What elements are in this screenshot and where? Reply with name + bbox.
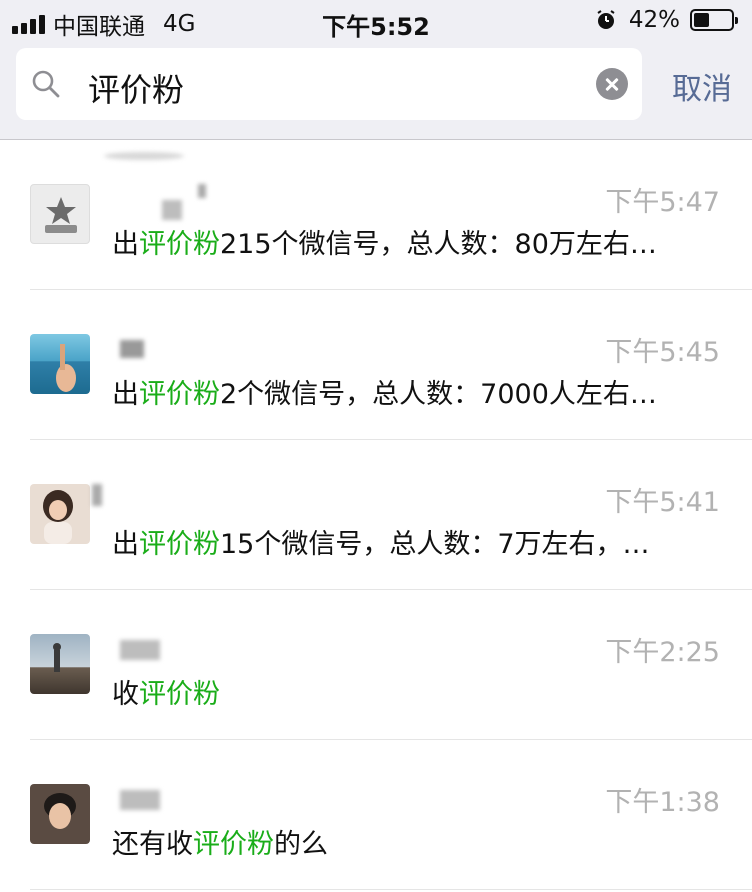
avatar[interactable] — [30, 334, 90, 394]
keyword-highlight: 评价粉 — [139, 229, 220, 260]
search-input[interactable]: 评价粉 — [88, 65, 588, 111]
avatar[interactable] — [30, 634, 90, 694]
list-item[interactable]: 下午5:47 出评价粉215个微信号，总人数：80万左右… — [0, 140, 752, 290]
list-item[interactable]: 下午1:38 还有收评价粉的么 — [0, 740, 752, 890]
search-icon — [32, 70, 60, 98]
redacted-name — [120, 640, 160, 660]
clear-icon[interactable] — [596, 68, 628, 100]
redacted-name — [162, 200, 182, 220]
cancel-button[interactable]: 取消 — [672, 64, 732, 108]
girl-photo-icon — [43, 490, 73, 544]
battery-percent: 42% — [628, 7, 680, 33]
message-preview: 出评价粉2个微信号，总人数：7000人左右… — [112, 372, 657, 411]
avatar[interactable] — [30, 184, 90, 244]
keyword-highlight: 评价粉 — [139, 529, 220, 560]
search-header: 评价粉 取消 — [0, 42, 752, 140]
keyword-highlight: 评价粉 — [139, 679, 220, 710]
redacted-name — [92, 484, 102, 506]
status-right: 42% — [595, 7, 738, 33]
message-text: 收 — [112, 679, 139, 710]
divider — [30, 889, 752, 890]
message-preview: 出评价粉215个微信号，总人数：80万左右… — [112, 222, 657, 261]
message-preview: 还有收评价粉的么 — [112, 822, 328, 861]
status-bar: 中国联通 4G 下午5:52 42% — [0, 0, 752, 42]
keyword-highlight: 评价粉 — [193, 829, 274, 860]
list-item[interactable]: 下午5:45 出评价粉2个微信号，总人数：7000人左右… — [0, 290, 752, 440]
landscape-photo-icon — [53, 643, 61, 672]
avatar[interactable] — [30, 784, 90, 844]
timestamp: 下午2:25 — [605, 637, 720, 668]
message-text: 还有收 — [112, 829, 193, 860]
message-text: 的么 — [274, 829, 328, 860]
message-text: 出 — [112, 229, 139, 260]
timestamp: 下午5:41 — [605, 487, 720, 518]
list-item[interactable]: 下午2:25 收评价粉 — [0, 590, 752, 740]
message-text: 15个微信号，总人数：7万左右，… — [220, 529, 650, 560]
child-photo-icon — [44, 793, 76, 829]
list-item[interactable]: 下午5:41 出评价粉15个微信号，总人数：7万左右，… — [0, 440, 752, 590]
avatar[interactable] — [30, 484, 90, 544]
message-preview: 收评价粉 — [112, 672, 220, 711]
search-box[interactable]: 评价粉 — [16, 48, 642, 120]
redacted-name — [198, 184, 206, 198]
battery-icon — [690, 9, 738, 31]
redacted-name — [120, 790, 160, 810]
hand-photo-icon — [56, 344, 76, 392]
timestamp: 下午5:45 — [605, 337, 720, 368]
alarm-icon — [597, 10, 615, 29]
message-preview: 出评价粉15个微信号，总人数：7万左右，… — [112, 522, 650, 561]
redacted-name — [120, 340, 144, 358]
star-logo-icon — [45, 197, 77, 233]
keyword-highlight: 评价粉 — [139, 379, 220, 410]
message-text: 215个微信号，总人数：80万左右… — [220, 229, 657, 260]
battery-fill — [694, 13, 710, 27]
timestamp: 下午5:47 — [605, 187, 720, 218]
timestamp: 下午1:38 — [605, 787, 720, 818]
message-text: 2个微信号，总人数：7000人左右… — [220, 379, 657, 410]
message-text: 出 — [112, 529, 139, 560]
message-text: 出 — [112, 379, 139, 410]
